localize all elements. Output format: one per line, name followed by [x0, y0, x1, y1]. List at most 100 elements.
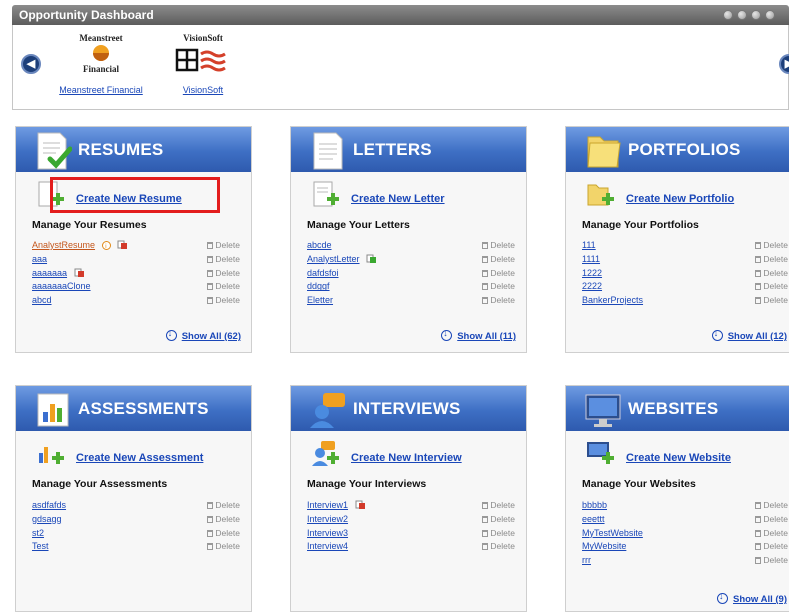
- resume-link[interactable]: AnalystResume: [32, 240, 95, 250]
- assessment-list: asdfafds Delete gdsagg Delete st2 Delete Te…: [32, 499, 240, 554]
- window-control-icon[interactable]: [751, 10, 761, 20]
- share-icon[interactable]: [366, 254, 377, 264]
- trash-icon: [482, 515, 489, 523]
- delete-button[interactable]: Delete: [482, 499, 515, 513]
- delete-button[interactable]: Delete: [482, 513, 515, 527]
- website-link[interactable]: MyWebsite: [582, 541, 626, 551]
- company-meanstreet[interactable]: Meanstreet Financial Meanstreet Financia…: [59, 33, 143, 95]
- company-visionsoft[interactable]: VisionSoft VisionSoft: [163, 33, 243, 95]
- delete-button[interactable]: Delete: [207, 239, 240, 253]
- delete-button[interactable]: Delete: [755, 239, 788, 253]
- delete-button[interactable]: Delete: [755, 294, 788, 308]
- assessment-link[interactable]: gdsagg: [32, 514, 62, 524]
- create-new-assessment-link[interactable]: Create New Assessment: [76, 452, 203, 464]
- delete-button[interactable]: Delete: [482, 527, 515, 541]
- website-link[interactable]: eeettt: [582, 514, 605, 524]
- delete-button[interactable]: Delete: [755, 499, 788, 513]
- assessment-link[interactable]: Test: [32, 541, 49, 551]
- create-new-website-link[interactable]: Create New Website: [626, 452, 731, 464]
- delete-button[interactable]: Delete: [482, 239, 515, 253]
- widget-websites: WEBSITES Create New Website Manage Your …: [565, 385, 789, 612]
- delete-button[interactable]: Delete: [482, 540, 515, 554]
- delete-button[interactable]: Delete: [207, 253, 240, 267]
- list-item: Interview3 Delete: [307, 527, 515, 541]
- arrow-left-icon[interactable]: ◀: [21, 54, 41, 74]
- arrow-right-icon[interactable]: ▶: [779, 54, 789, 74]
- website-link[interactable]: rrr: [582, 555, 591, 565]
- widget-header: RESUMES: [16, 127, 251, 172]
- portfolio-link[interactable]: BankerProjects: [582, 295, 643, 305]
- share-icon[interactable]: [117, 240, 128, 250]
- list-item: asdfafds Delete: [32, 499, 240, 513]
- resume-link[interactable]: aaaaaaa: [32, 268, 67, 278]
- company-link-meanstreet[interactable]: Meanstreet Financial: [59, 85, 143, 95]
- portfolio-link[interactable]: 111: [582, 240, 596, 250]
- interview-link[interactable]: Interview4: [307, 541, 348, 551]
- widget-header: PORTFOLIOS: [566, 127, 789, 172]
- delete-button[interactable]: Delete: [482, 280, 515, 294]
- delete-button[interactable]: Delete: [207, 499, 240, 513]
- delete-button[interactable]: Delete: [207, 540, 240, 554]
- window-control-icon[interactable]: [723, 10, 733, 20]
- share-icon[interactable]: [74, 268, 85, 278]
- delete-button[interactable]: Delete: [207, 527, 240, 541]
- assessment-link[interactable]: st2: [32, 528, 44, 538]
- manage-heading: Manage Your Assessments: [32, 478, 168, 490]
- window-control-icon[interactable]: [737, 10, 747, 20]
- show-all-resumes-link[interactable]: Show All (62): [165, 328, 241, 342]
- delete-button[interactable]: Delete: [207, 294, 240, 308]
- widget-header: INTERVIEWS: [291, 386, 526, 431]
- list-item: abcde Delete: [307, 239, 515, 253]
- delete-button[interactable]: Delete: [755, 540, 788, 554]
- portfolio-link[interactable]: 1111: [582, 254, 600, 264]
- info-icon[interactable]: i: [101, 241, 111, 250]
- portfolio-link[interactable]: 1222: [582, 268, 602, 278]
- list-item: aaaaaaa Delete: [32, 267, 240, 281]
- delete-button[interactable]: Delete: [755, 527, 788, 541]
- website-link[interactable]: bbbbb: [582, 500, 607, 510]
- resume-link[interactable]: aaaaaaaClone: [32, 281, 91, 291]
- delete-button[interactable]: Delete: [755, 280, 788, 294]
- create-new-letter-link[interactable]: Create New Letter: [351, 193, 445, 205]
- portfolio-link[interactable]: 2222: [582, 281, 602, 291]
- letter-link[interactable]: dafdsfoi: [307, 268, 339, 278]
- assessment-link[interactable]: asdfafds: [32, 500, 66, 510]
- company-link-visionsoft[interactable]: VisionSoft: [183, 85, 223, 95]
- show-all-letters-link[interactable]: Show All (11): [441, 328, 516, 342]
- list-item: Test Delete: [32, 540, 240, 554]
- create-new-interview-link[interactable]: Create New Interview: [351, 452, 462, 464]
- delete-button[interactable]: Delete: [755, 513, 788, 527]
- download-arrow-icon: [441, 328, 453, 341]
- show-all-portfolios-link[interactable]: Show All (12): [711, 328, 787, 342]
- delete-button[interactable]: Delete: [755, 554, 788, 568]
- trash-icon: [755, 502, 762, 509]
- trash-icon: [755, 242, 762, 249]
- show-all-websites-link[interactable]: Show All (9): [716, 591, 787, 605]
- interview-link[interactable]: Interview3: [307, 528, 348, 538]
- window-control-icon[interactable]: [765, 10, 775, 20]
- letter-link[interactable]: Eletter: [307, 295, 333, 305]
- resume-link[interactable]: abcd: [32, 295, 52, 305]
- delete-button[interactable]: Delete: [755, 253, 788, 267]
- delete-button[interactable]: Delete: [482, 267, 515, 281]
- share-icon[interactable]: [355, 500, 366, 510]
- delete-button[interactable]: Delete: [207, 280, 240, 294]
- people-icon: [310, 393, 345, 428]
- website-link[interactable]: MyTestWebsite: [582, 528, 643, 538]
- create-new-portfolio-link[interactable]: Create New Portfolio: [626, 193, 734, 205]
- letter-link[interactable]: ddggf: [307, 281, 330, 291]
- delete-button[interactable]: Delete: [755, 267, 788, 281]
- letter-link[interactable]: abcde: [307, 240, 332, 250]
- interview-link[interactable]: Interview1: [307, 500, 348, 510]
- letter-link[interactable]: AnalystLetter: [307, 254, 360, 264]
- interview-link[interactable]: Interview2: [307, 514, 348, 524]
- resume-link[interactable]: aaa: [32, 254, 47, 264]
- delete-button[interactable]: Delete: [207, 267, 240, 281]
- meanstreet-logo: Meanstreet Financial: [79, 33, 123, 74]
- delete-button[interactable]: Delete: [482, 294, 515, 308]
- trash-icon: [755, 255, 762, 263]
- trash-icon: [755, 543, 762, 551]
- delete-button[interactable]: Delete: [207, 513, 240, 527]
- create-new-resume-link[interactable]: Create New Resume: [76, 193, 182, 205]
- delete-button[interactable]: Delete: [482, 253, 515, 267]
